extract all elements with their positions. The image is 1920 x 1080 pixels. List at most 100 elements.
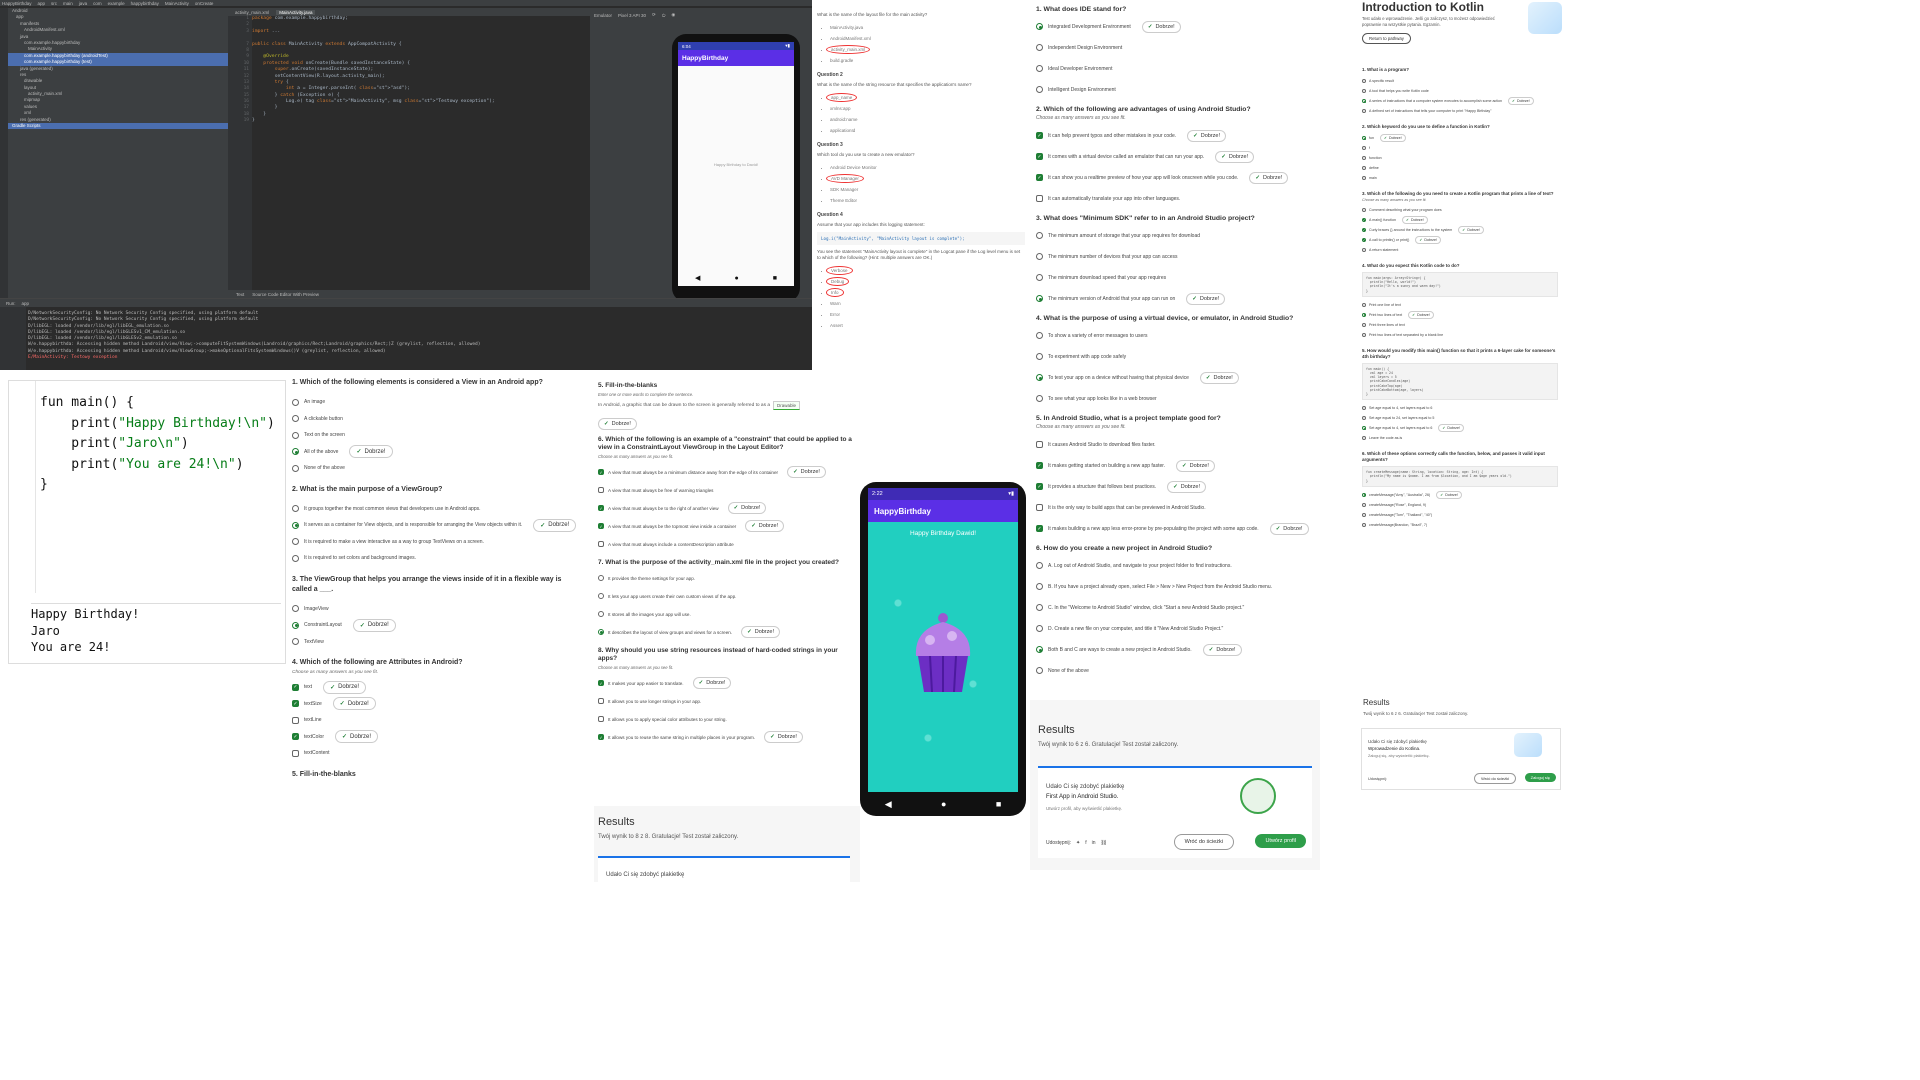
answer-option[interactable]: ✓ A view that must always be to the right…: [594, 499, 856, 517]
breadcrumb-item[interactable]: example: [108, 1, 125, 6]
answer-option[interactable]: Ideal Developer Environment: [1030, 58, 1350, 79]
answer-option[interactable]: It describes the layout of view groups a…: [594, 623, 856, 641]
radio-button[interactable]: [1362, 502, 1366, 507]
checkbox[interactable]: [1036, 195, 1043, 202]
answer-option[interactable]: textLine: [286, 712, 590, 729]
checkbox[interactable]: ✓: [292, 733, 299, 741]
checkbox[interactable]: ✓: [1362, 218, 1366, 222]
answer-option[interactable]: To experiment with app code safely: [1030, 346, 1350, 367]
radio-button[interactable]: [598, 611, 604, 617]
back-icon[interactable]: ◀: [695, 274, 700, 282]
radio-button[interactable]: [1362, 146, 1366, 150]
radio-button[interactable]: [1362, 406, 1366, 411]
project-tree[interactable]: Android app manifests AndroidManifest.xml ja…: [8, 8, 228, 298]
recents-icon[interactable]: ■: [996, 799, 1001, 809]
radio-button[interactable]: [1036, 646, 1043, 653]
answer-option[interactable]: None of the above: [286, 460, 590, 477]
checkbox[interactable]: [1362, 208, 1366, 212]
radio-button[interactable]: [1362, 436, 1366, 441]
radio-button[interactable]: [1362, 79, 1366, 83]
answer-option[interactable]: The minimum amount of storage that your …: [1030, 225, 1350, 246]
run-tabs[interactable]: Run: app: [0, 299, 812, 307]
answer-option[interactable]: fun ✓ Dobrze!: [1350, 133, 1568, 143]
radio-button[interactable]: [598, 593, 604, 599]
checkbox[interactable]: ✓: [1036, 525, 1043, 532]
answer-option[interactable]: f: [1350, 143, 1568, 153]
answer-option[interactable]: ✓ It makes building a new app less error-…: [1030, 518, 1350, 539]
radio-button[interactable]: [1362, 522, 1366, 527]
answer-option[interactable]: It is the only way to build apps that ca…: [1030, 497, 1350, 518]
radio-button[interactable]: [1362, 312, 1366, 317]
radio-button[interactable]: [1036, 562, 1043, 569]
radio-button[interactable]: [1362, 89, 1366, 93]
fib-answer-input[interactable]: Drawable: [773, 401, 801, 410]
back-to-pathway-button[interactable]: Wróć do ścieżki: [1474, 773, 1516, 784]
answer-option[interactable]: ✓ textColor ✓ Dobrze!: [286, 729, 590, 746]
checkbox[interactable]: [598, 698, 604, 704]
radio-button[interactable]: [1036, 395, 1043, 402]
answer-option[interactable]: function: [1350, 153, 1568, 163]
answer-option[interactable]: Text on the screen: [286, 427, 590, 444]
radio-button[interactable]: [292, 521, 299, 529]
camera-icon[interactable]: ◉: [671, 12, 675, 18]
radio-button[interactable]: [1362, 302, 1366, 307]
answer-option[interactable]: Integrated Development Environment ✓ Dobrz…: [1030, 16, 1350, 37]
answer-option[interactable]: It lets your app users create their own …: [594, 587, 856, 605]
radio-button[interactable]: [1362, 166, 1366, 170]
radio-button[interactable]: [292, 464, 299, 472]
rotate-icon[interactable]: ⟳: [652, 12, 656, 18]
checkbox[interactable]: ✓: [1036, 174, 1043, 181]
answer-option[interactable]: A. Log out of Android Studio, and naviga…: [1030, 555, 1350, 576]
radio-button[interactable]: [292, 431, 299, 439]
answer-option[interactable]: An image: [286, 394, 590, 411]
breadcrumb-item[interactable]: app: [38, 1, 46, 6]
emulator-tab[interactable]: Emulator: [594, 13, 612, 18]
checkbox[interactable]: ✓: [1036, 132, 1043, 139]
radio-button[interactable]: [1362, 322, 1366, 327]
answer-option[interactable]: ✓ It makes your app easier to translate. ✓…: [594, 674, 856, 692]
radio-button[interactable]: [1362, 512, 1366, 517]
answer-option[interactable]: To see what your app looks like in a web…: [1030, 388, 1350, 409]
checkbox[interactable]: ✓: [598, 505, 604, 511]
answer-option[interactable]: Independent Design Environment: [1030, 37, 1350, 58]
answer-option[interactable]: textContent: [286, 745, 590, 762]
emulator-toolbar[interactable]: Emulator Pixel 3 API 30 ⟳ ⏻ ◉: [590, 8, 812, 22]
device-tab[interactable]: Pixel 3 API 30: [618, 13, 646, 18]
radio-button[interactable]: [1036, 332, 1043, 339]
radio-button[interactable]: [292, 448, 299, 456]
answer-option[interactable]: ✓ A main() function ✓ Dobrze!: [1350, 215, 1568, 225]
login-button[interactable]: Zaloguj się: [1524, 773, 1556, 782]
answer-option[interactable]: createMessage(Brandon, "Brazil", 7): [1350, 520, 1568, 530]
radio-button[interactable]: [1362, 156, 1366, 160]
radio-button[interactable]: [1362, 426, 1366, 431]
breadcrumb-item[interactable]: happybirthday: [131, 1, 159, 6]
facebook-icon[interactable]: f: [1085, 840, 1086, 846]
answer-option[interactable]: A specific result: [1350, 76, 1568, 86]
tab-source-code-editor-preview[interactable]: Source Code Editor With Preview: [252, 292, 319, 297]
radio-button[interactable]: [292, 415, 299, 423]
radio-button[interactable]: [1036, 583, 1043, 590]
checkbox[interactable]: ✓: [598, 680, 604, 686]
radio-button[interactable]: [1036, 667, 1043, 674]
answer-option[interactable]: createMessage("Tom", "Thailand", "40"): [1350, 510, 1568, 520]
answer-option[interactable]: A return statement: [1350, 245, 1568, 255]
radio-button[interactable]: [1362, 492, 1366, 497]
radio-button[interactable]: [1036, 23, 1043, 30]
radio-button[interactable]: [1036, 44, 1043, 51]
answer-option[interactable]: It provides the theme settings for your …: [594, 569, 856, 587]
linkedin-icon[interactable]: in: [1092, 840, 1096, 846]
tab-text[interactable]: Text: [236, 292, 244, 297]
answer-option[interactable]: main: [1350, 173, 1568, 183]
checkbox[interactable]: ✓: [1036, 153, 1043, 160]
checkbox[interactable]: [1036, 504, 1043, 511]
radio-button[interactable]: [292, 538, 299, 546]
twitter-icon[interactable]: ✦: [1076, 840, 1080, 846]
tab-activity-main-xml[interactable]: activity_main.xml: [232, 10, 272, 15]
checkbox[interactable]: [292, 749, 299, 757]
radio-button[interactable]: [1362, 416, 1366, 421]
radio-button[interactable]: [1362, 99, 1366, 103]
answer-option[interactable]: A defined set of instructions that tells…: [1350, 106, 1568, 116]
checkbox[interactable]: ✓: [598, 734, 604, 740]
answer-option[interactable]: ✓ It makes getting started on building a …: [1030, 455, 1350, 476]
radio-button[interactable]: [1036, 604, 1043, 611]
